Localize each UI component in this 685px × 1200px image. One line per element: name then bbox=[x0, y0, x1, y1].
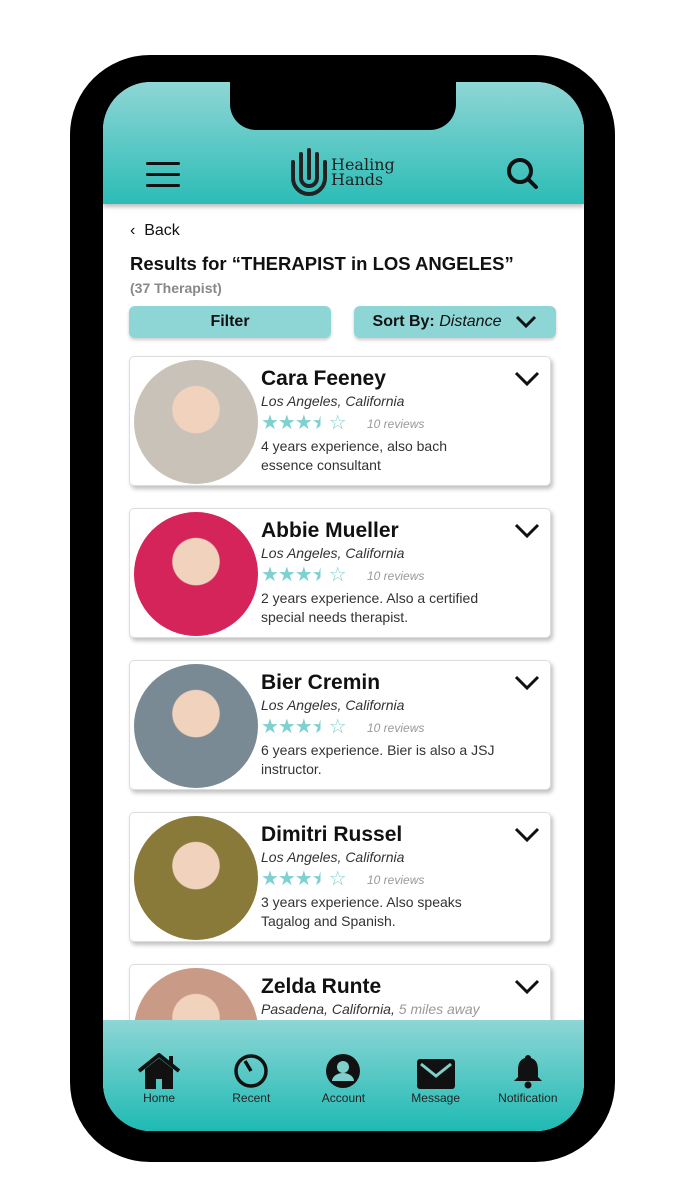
nav-recent[interactable]: Recent bbox=[206, 1020, 296, 1131]
nav-label: Notification bbox=[498, 1091, 558, 1105]
sort-label: Sort By: bbox=[372, 313, 435, 330]
sort-dropdown[interactable]: Sort By: Distance bbox=[354, 306, 556, 338]
logo: Healing Hands bbox=[289, 148, 395, 196]
nav-label: Recent bbox=[232, 1091, 271, 1105]
chevron-down-icon[interactable] bbox=[514, 827, 540, 843]
review-count: 10 reviews bbox=[367, 569, 425, 583]
search-icon[interactable] bbox=[505, 156, 539, 190]
therapist-description: 3 years experience. Also speaks Tagalog … bbox=[261, 894, 462, 929]
nav-account[interactable]: Account bbox=[298, 1020, 388, 1131]
star-rating: ★★★★☆ bbox=[261, 564, 347, 586]
therapist-name[interactable]: Abbie Mueller bbox=[261, 519, 399, 543]
review-count: 10 reviews bbox=[367, 417, 425, 431]
therapist-card[interactable]: Abbie Mueller Los Angeles, California ★★… bbox=[129, 508, 551, 638]
hand-logo-icon bbox=[291, 148, 327, 196]
chevron-down-icon[interactable] bbox=[514, 371, 540, 387]
page-title: Results for “THERAPIST in LOS ANGELES” bbox=[130, 253, 514, 274]
star-rating: ★★★★☆ bbox=[261, 868, 347, 890]
avatar bbox=[134, 664, 258, 788]
therapist-location: Pasadena, California, 5 miles away bbox=[261, 1001, 480, 1017]
therapist-location: Los Angeles, California bbox=[261, 697, 405, 713]
back-label: Back bbox=[144, 222, 180, 239]
therapist-description: 4 years experience, also bach essence co… bbox=[261, 438, 447, 473]
logo-text-line2: Hands bbox=[331, 170, 384, 189]
review-count: 10 reviews bbox=[367, 873, 425, 887]
chevron-down-icon bbox=[516, 315, 537, 329]
timer-icon bbox=[234, 1054, 269, 1088]
hamburger-menu-icon[interactable] bbox=[146, 162, 180, 188]
notch bbox=[230, 82, 456, 130]
bottom-nav: Home Recent Account Message Notification bbox=[103, 1020, 584, 1131]
therapist-card[interactable]: Bier Cremin Los Angeles, California ★★★★… bbox=[129, 660, 551, 790]
nav-label: Home bbox=[143, 1091, 176, 1105]
result-count: (37 Therapist) bbox=[130, 280, 222, 296]
therapist-name[interactable]: Dimitri Russel bbox=[261, 823, 402, 847]
sort-value: Distance bbox=[439, 313, 502, 330]
mail-icon bbox=[416, 1059, 455, 1089]
therapist-name[interactable]: Cara Feeney bbox=[261, 367, 386, 391]
screen: Healing Hands ‹ Back Results for “THERAPI… bbox=[103, 82, 584, 1131]
account-icon bbox=[326, 1054, 361, 1088]
home-icon bbox=[137, 1053, 181, 1089]
filter-button[interactable]: Filter bbox=[129, 306, 331, 338]
therapist-location: Los Angeles, California bbox=[261, 393, 405, 409]
back-button[interactable]: ‹ Back bbox=[130, 222, 180, 240]
avatar bbox=[134, 512, 258, 636]
therapist-description: 2 years experience. Also a certified spe… bbox=[261, 590, 479, 625]
therapist-name[interactable]: Bier Cremin bbox=[261, 671, 380, 695]
star-rating: ★★★★☆ bbox=[261, 412, 347, 434]
chevron-down-icon[interactable] bbox=[514, 523, 540, 539]
nav-notification[interactable]: Notification bbox=[483, 1020, 573, 1131]
app-header: Healing Hands bbox=[103, 82, 584, 204]
therapist-name[interactable]: Zelda Runte bbox=[261, 975, 381, 999]
nav-home[interactable]: Home bbox=[114, 1020, 204, 1131]
therapist-card[interactable]: Dimitri Russel Los Angeles, California ★… bbox=[129, 812, 551, 942]
review-count: 10 reviews bbox=[367, 721, 425, 735]
therapist-location: Los Angeles, California bbox=[261, 849, 405, 865]
avatar bbox=[134, 816, 258, 940]
therapist-card[interactable]: Cara Feeney Los Angeles, California ★★★★… bbox=[129, 356, 551, 486]
avatar bbox=[134, 360, 258, 484]
nav-message[interactable]: Message bbox=[391, 1020, 481, 1131]
therapist-description: 6 years experience. Bier is also a JSJ i… bbox=[261, 742, 495, 777]
nav-label: Message bbox=[411, 1091, 460, 1105]
bell-icon bbox=[513, 1055, 542, 1089]
star-rating: ★★★★☆ bbox=[261, 716, 347, 738]
nav-label: Account bbox=[321, 1091, 366, 1105]
chevron-down-icon[interactable] bbox=[514, 979, 540, 995]
therapist-location: Los Angeles, California bbox=[261, 545, 405, 561]
chevron-down-icon[interactable] bbox=[514, 675, 540, 691]
